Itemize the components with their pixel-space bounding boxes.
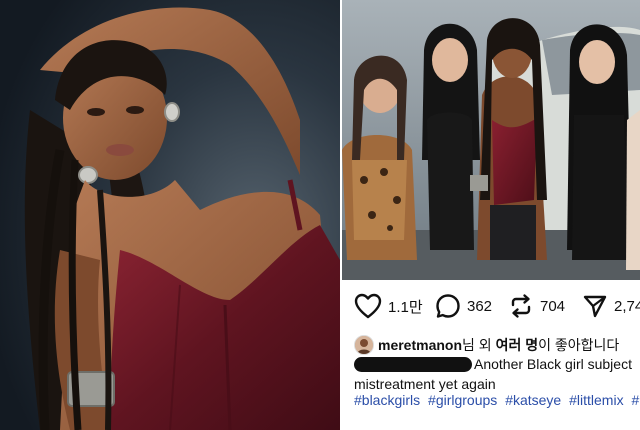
comment-bubble-icon: [436, 294, 460, 318]
redacted-username: [354, 357, 472, 372]
hashtag-link[interactable]: #: [631, 392, 639, 408]
liked-by-text: meretmanon님 외 여러 명이 좋아합니다: [378, 335, 619, 355]
like-button[interactable]: 1.1만: [354, 292, 423, 320]
hashtag-line: #blackgirls #girlgroups #katseye #little…: [354, 390, 640, 410]
liked-by-line[interactable]: meretmanon님 외 여러 명이 좋아합니다: [354, 334, 640, 356]
hashtag-link[interactable]: #blackgirls: [354, 392, 420, 408]
comments-count: 362: [467, 297, 493, 315]
paper-plane-icon: [583, 295, 607, 318]
share-button[interactable]: 2,74: [582, 292, 640, 320]
liked-by-username[interactable]: meretmanon: [378, 337, 462, 353]
portrait-illustration: [0, 0, 340, 430]
heart-icon: [354, 293, 382, 319]
hashtag-link[interactable]: #littlemix: [569, 392, 623, 408]
caption-text-1: Another Black girl subject: [474, 356, 632, 372]
post-panel: 1.1만 362 704 2,74 meretmanon님 외 여러 명이 좋아…: [342, 0, 640, 430]
group-illustration: [342, 0, 640, 280]
avatar[interactable]: [354, 335, 374, 355]
liked-by-suffix: 님 외: [462, 337, 496, 353]
action-bar: 1.1만 362 704 2,74: [342, 286, 640, 326]
repost-arrows-icon: [511, 294, 531, 318]
caption: Another Black girl subject mistreatment …: [354, 354, 640, 394]
group-photo: [342, 0, 640, 280]
avatar-image: [355, 336, 373, 354]
liked-by-others[interactable]: 여러 명: [496, 337, 539, 353]
left-photo: [0, 0, 340, 430]
likes-count: 1.1만: [388, 298, 423, 316]
liked-by-tail: 이 좋아합니다: [538, 337, 620, 353]
shares-count: 2,74: [614, 297, 640, 315]
caption-line-1: Another Black girl subject: [354, 354, 640, 374]
repost-button[interactable]: 704: [508, 292, 565, 320]
reposts-count: 704: [540, 297, 566, 315]
hashtag-link[interactable]: #girlgroups: [428, 392, 497, 408]
comment-button[interactable]: 362: [435, 292, 492, 320]
hashtag-link[interactable]: #katseye: [505, 392, 561, 408]
